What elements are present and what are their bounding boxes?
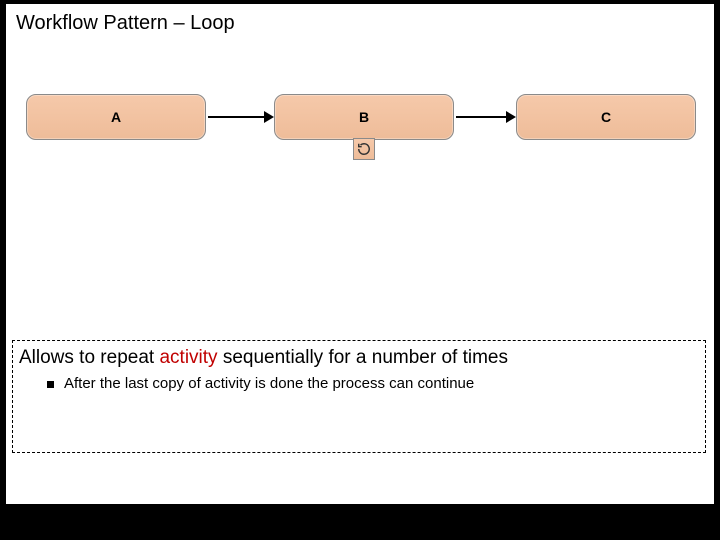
desc-highlight: activity	[159, 347, 217, 368]
arrow-head-b-c	[506, 111, 516, 123]
desc-prefix: Allows to repeat	[19, 347, 159, 368]
node-c: C	[516, 94, 696, 140]
slide: Workflow Pattern – Loop A B C Allows to …	[6, 4, 714, 504]
workflow-diagram: A B C	[26, 94, 696, 174]
arrow-b-c	[456, 116, 506, 118]
square-bullet-icon	[47, 381, 54, 388]
node-b: B	[274, 94, 454, 140]
node-a: A	[26, 94, 206, 140]
page-title: Workflow Pattern – Loop	[16, 12, 235, 35]
arrow-head-a-b	[264, 111, 274, 123]
description-box: Allows to repeat activity sequentially f…	[12, 340, 706, 453]
loop-icon	[357, 142, 371, 156]
loop-indicator	[353, 138, 375, 160]
description-main: Allows to repeat activity sequentially f…	[19, 347, 699, 369]
bullet-item: After the last copy of activity is done …	[19, 375, 699, 392]
arrow-a-b	[208, 116, 264, 118]
desc-suffix: sequentially for a number of times	[218, 347, 508, 368]
bullet-text: After the last copy of activity is done …	[64, 375, 474, 392]
